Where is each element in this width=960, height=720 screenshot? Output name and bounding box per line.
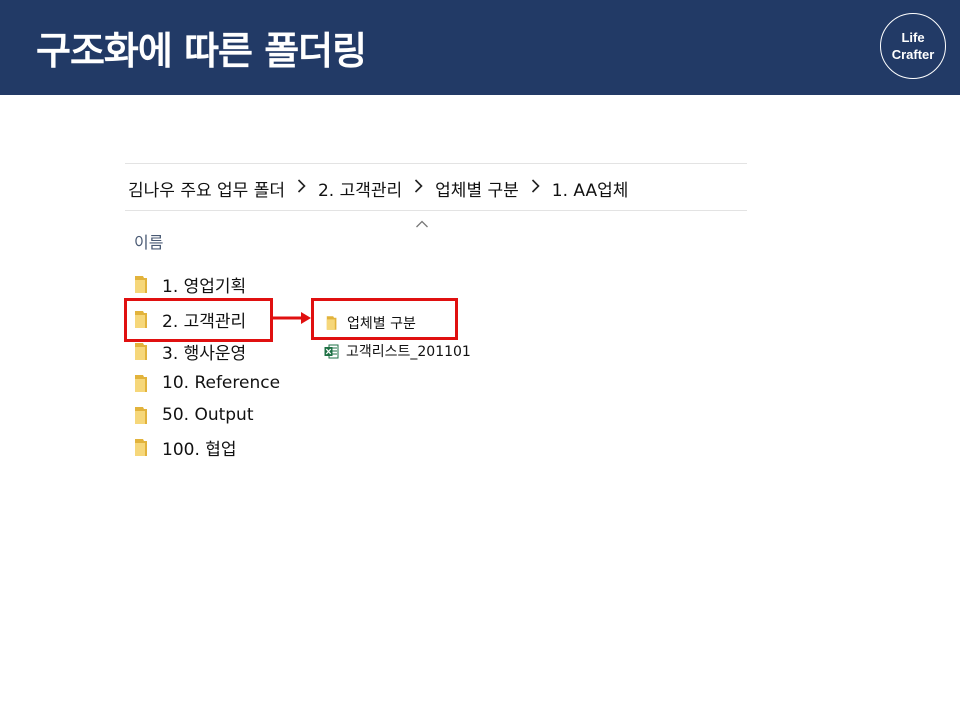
list-item[interactable]: 고객리스트_201101 (324, 341, 471, 361)
list-item[interactable]: 3. 행사운영 (134, 339, 247, 364)
highlight-box-customer-folder (124, 298, 273, 342)
list-item[interactable]: 100. 협업 (134, 435, 237, 460)
folder-icon (134, 275, 149, 294)
list-item[interactable]: 10. Reference (134, 371, 280, 395)
excel-icon (324, 344, 339, 359)
slide-header: 구조화에 따른 폴더링 Life Crafter (0, 0, 960, 95)
chevron-right-icon[interactable] (414, 178, 423, 198)
life-crafter-logo: Life Crafter (880, 13, 946, 79)
chevron-right-icon[interactable] (531, 178, 540, 198)
breadcrumb-top-divider (125, 163, 747, 164)
folder-icon (134, 374, 149, 393)
list-item[interactable]: 1. 영업기획 (134, 272, 247, 297)
list-item-label: 100. 협업 (162, 439, 237, 460)
folder-icon (134, 342, 149, 361)
column-header-name[interactable]: 이름 (134, 229, 163, 253)
arrow-right-icon (272, 312, 311, 324)
breadcrumb-item-customer[interactable]: 2. 고객관리 (318, 176, 402, 201)
breadcrumb-item-aa-company[interactable]: 1. AA업체 (552, 176, 629, 201)
list-item-label: 고객리스트_201101 (346, 344, 471, 360)
breadcrumb-bottom-divider (125, 210, 747, 211)
chevron-up-icon[interactable] (415, 214, 429, 228)
highlight-box-subfolder (311, 298, 458, 340)
breadcrumb-item-by-company[interactable]: 업체별 구분 (435, 176, 519, 201)
breadcrumb-item-root[interactable]: 김나우 주요 업무 폴더 (128, 176, 285, 201)
list-item-label: 10. Reference (162, 373, 281, 393)
list-item-label: 1. 영업기획 (162, 276, 247, 297)
folder-icon (134, 406, 149, 425)
folder-icon (134, 438, 149, 457)
chevron-right-icon[interactable] (297, 178, 306, 198)
logo-line-2: Crafter (891, 47, 935, 62)
list-item-label: 3. 행사운영 (162, 343, 247, 364)
slide-title: 구조화에 따른 폴더링 (36, 29, 367, 73)
list-item-label: 50. Output (162, 405, 254, 425)
logo-line-1: Life (901, 30, 925, 45)
breadcrumb: 김나우 주요 업무 폴더 2. 고객관리 업체별 구분 1. AA업체 (128, 175, 628, 201)
list-item[interactable]: 50. Output (134, 403, 254, 427)
